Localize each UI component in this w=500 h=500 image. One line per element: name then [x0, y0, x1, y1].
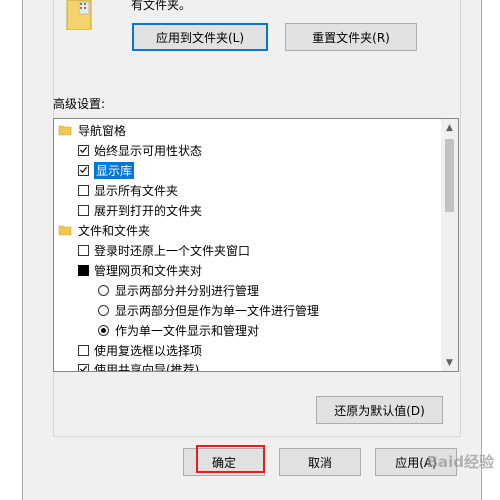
tree-item-expand-to-open-folder[interactable]: 展开到打开的文件夹 — [78, 200, 202, 220]
scroll-down-icon[interactable]: ▼ — [441, 354, 458, 371]
tree-item-use-sharing-wizard[interactable]: 使用共享向导(推荐) — [78, 359, 200, 372]
apply-to-folders-button[interactable]: 应用到文件夹(L) — [132, 23, 268, 51]
radio-as-single-label: 显示两部分但是作为单一文件进行管理 — [115, 303, 320, 318]
use-checkboxes-label: 使用复选框以选择项 — [94, 343, 203, 358]
radio-unselected[interactable] — [98, 304, 109, 316]
folder-options-window: 有文件夹。 应用到文件夹(L) 重置文件夹(R) 高级设置: 导航窗格 始终显示… — [22, 0, 482, 500]
show-libraries-label: 显示库 — [94, 161, 135, 179]
tree-item-radio-single-file[interactable]: 作为单一文件显示和管理对 — [98, 320, 259, 340]
tree-item-files-and-folders: 文件和文件夹 — [58, 220, 150, 240]
radio-separately-label: 显示两部分并分别进行管理 — [115, 283, 260, 298]
tree-item-show-libraries[interactable]: 显示库 — [78, 160, 135, 180]
reset-folders-button[interactable]: 重置文件夹(R) — [285, 23, 417, 51]
restore-defaults-button[interactable]: 还原为默认值(D) — [316, 396, 443, 424]
checkmark-icon — [79, 166, 88, 174]
tree-item-restore-prev-windows[interactable]: 登录时还原上一个文件夹窗口 — [78, 240, 250, 260]
tree-item-nav-pane: 导航窗格 — [58, 120, 126, 140]
tree-item-always-show-availability[interactable]: 始终显示可用性状态 — [78, 140, 202, 160]
radio-unselected[interactable] — [98, 284, 109, 296]
advanced-settings-tree[interactable]: 导航窗格 始终显示可用性状态 显示库 显示所有文件夹 展开到打开的文件夹 文件和… — [53, 118, 459, 372]
folder-icon — [58, 225, 72, 236]
restore-prev-windows-label: 登录时还原上一个文件夹窗口 — [94, 243, 251, 258]
checkbox-unchecked[interactable] — [78, 344, 89, 356]
radio-selected[interactable] — [98, 324, 109, 336]
tree-item-manage-pairs: 管理网页和文件夹对 — [78, 260, 202, 280]
checkbox-unchecked[interactable] — [78, 184, 89, 196]
group-square-icon — [78, 264, 89, 276]
checkbox-checked[interactable] — [78, 164, 89, 176]
advanced-settings-label: 高级设置: — [53, 97, 106, 111]
scroll-up-icon[interactable]: ▲ — [441, 119, 458, 136]
ok-button[interactable]: 确定 — [183, 448, 265, 476]
folder-view-text: 有文件夹。 — [131, 0, 192, 12]
checkmark-icon — [79, 146, 88, 154]
checkbox-checked[interactable] — [78, 363, 89, 371]
checkbox-checked[interactable] — [78, 144, 89, 156]
scrollbar-thumb[interactable] — [445, 139, 454, 212]
checkmark-icon — [79, 365, 88, 371]
cancel-button[interactable]: 取消 — [279, 448, 361, 476]
tree-item-show-all-folders[interactable]: 显示所有文件夹 — [78, 180, 178, 200]
tree-item-use-checkboxes[interactable]: 使用复选框以选择项 — [78, 340, 202, 360]
radio-single-file-label: 作为单一文件显示和管理对 — [115, 323, 260, 338]
tree-item-radio-as-single[interactable]: 显示两部分但是作为单一文件进行管理 — [98, 300, 319, 320]
watermark: Baid经验 — [426, 453, 494, 471]
vertical-scrollbar[interactable]: ▲ ▼ — [441, 119, 458, 371]
nav-pane-label: 导航窗格 — [78, 123, 127, 138]
expand-to-open-folder-label: 展开到打开的文件夹 — [94, 203, 203, 218]
folder-icon — [58, 125, 72, 136]
use-sharing-wizard-label: 使用共享向导(推荐) — [94, 362, 200, 372]
checkbox-unchecked[interactable] — [78, 204, 89, 216]
folder-view-icon — [66, 0, 92, 30]
checkbox-unchecked[interactable] — [78, 244, 89, 256]
show-all-folders-label: 显示所有文件夹 — [94, 183, 179, 198]
manage-pairs-label: 管理网页和文件夹对 — [94, 263, 203, 278]
always-show-availability-label: 始终显示可用性状态 — [94, 143, 203, 158]
tree-item-radio-separately[interactable]: 显示两部分并分别进行管理 — [98, 280, 259, 300]
files-and-folders-label: 文件和文件夹 — [78, 223, 151, 238]
